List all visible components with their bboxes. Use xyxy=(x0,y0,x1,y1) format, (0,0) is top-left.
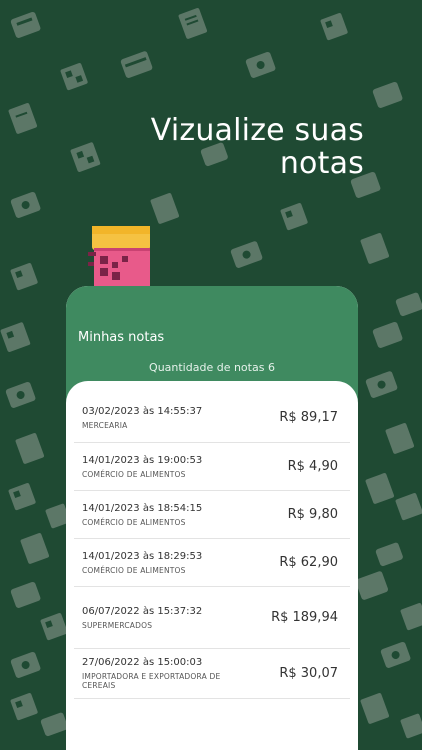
note-item[interactable]: 27/06/2022 às 15:00:03 IMPORTADORA E EXP… xyxy=(74,649,350,699)
headline-line-2: notas xyxy=(279,146,364,181)
note-date: 06/07/2022 às 15:37:32 xyxy=(82,605,203,617)
note-item[interactable]: 03/02/2023 às 14:55:37 MERCEARIA R$ 89,1… xyxy=(74,393,350,443)
receipt-mascot-icon xyxy=(88,226,150,290)
note-date: 03/02/2023 às 14:55:37 xyxy=(82,405,203,417)
notes-count: Quantidade de notas 6 xyxy=(149,361,275,374)
note-date: 14/01/2023 às 18:29:53 xyxy=(82,550,203,562)
note-item[interactable]: 06/07/2022 às 15:37:32 SUPERMERCADOS R$ … xyxy=(74,587,350,649)
note-date: 14/01/2023 às 18:54:15 xyxy=(82,502,203,514)
note-date: 14/01/2023 às 19:00:53 xyxy=(82,454,203,466)
note-value: R$ 9,80 xyxy=(287,507,338,522)
notes-card: 03/02/2023 às 14:55:37 MERCEARIA R$ 89,1… xyxy=(66,381,358,750)
note-category: COMÉRCIO DE ALIMENTOS xyxy=(82,517,186,527)
note-item[interactable]: 14/01/2023 às 18:54:15 COMÉRCIO DE ALIME… xyxy=(74,491,350,539)
note-item[interactable]: 14/01/2023 às 18:29:53 COMÉRCIO DE ALIME… xyxy=(74,539,350,587)
note-date: 27/06/2022 às 15:00:03 xyxy=(82,657,203,668)
note-value: R$ 62,90 xyxy=(279,555,338,570)
headline-line-1: Vizualize suas xyxy=(150,113,364,148)
notes-list: 03/02/2023 às 14:55:37 MERCEARIA R$ 89,1… xyxy=(66,393,358,699)
headline: Vizualize suas notas xyxy=(151,114,364,180)
screen-title: Minhas notas xyxy=(78,330,165,345)
note-item[interactable]: 14/01/2023 às 19:00:53 COMÉRCIO DE ALIME… xyxy=(74,443,350,491)
note-value: R$ 30,07 xyxy=(279,666,338,681)
note-category: COMÉRCIO DE ALIMENTOS xyxy=(82,565,186,575)
note-category: MERCEARIA xyxy=(82,420,128,430)
note-category: IMPORTADORA E EXPORTADORA DE CEREAIS xyxy=(82,672,221,690)
note-category: COMÉRCIO DE ALIMENTOS xyxy=(82,469,186,479)
phone-mockup: Minhas notas Quantidade de notas 6 03/02… xyxy=(66,286,358,750)
note-value: R$ 89,17 xyxy=(279,410,338,425)
note-value: R$ 189,94 xyxy=(271,610,338,625)
note-category: SUPERMERCADOS xyxy=(82,620,153,630)
note-value: R$ 4,90 xyxy=(287,459,338,474)
